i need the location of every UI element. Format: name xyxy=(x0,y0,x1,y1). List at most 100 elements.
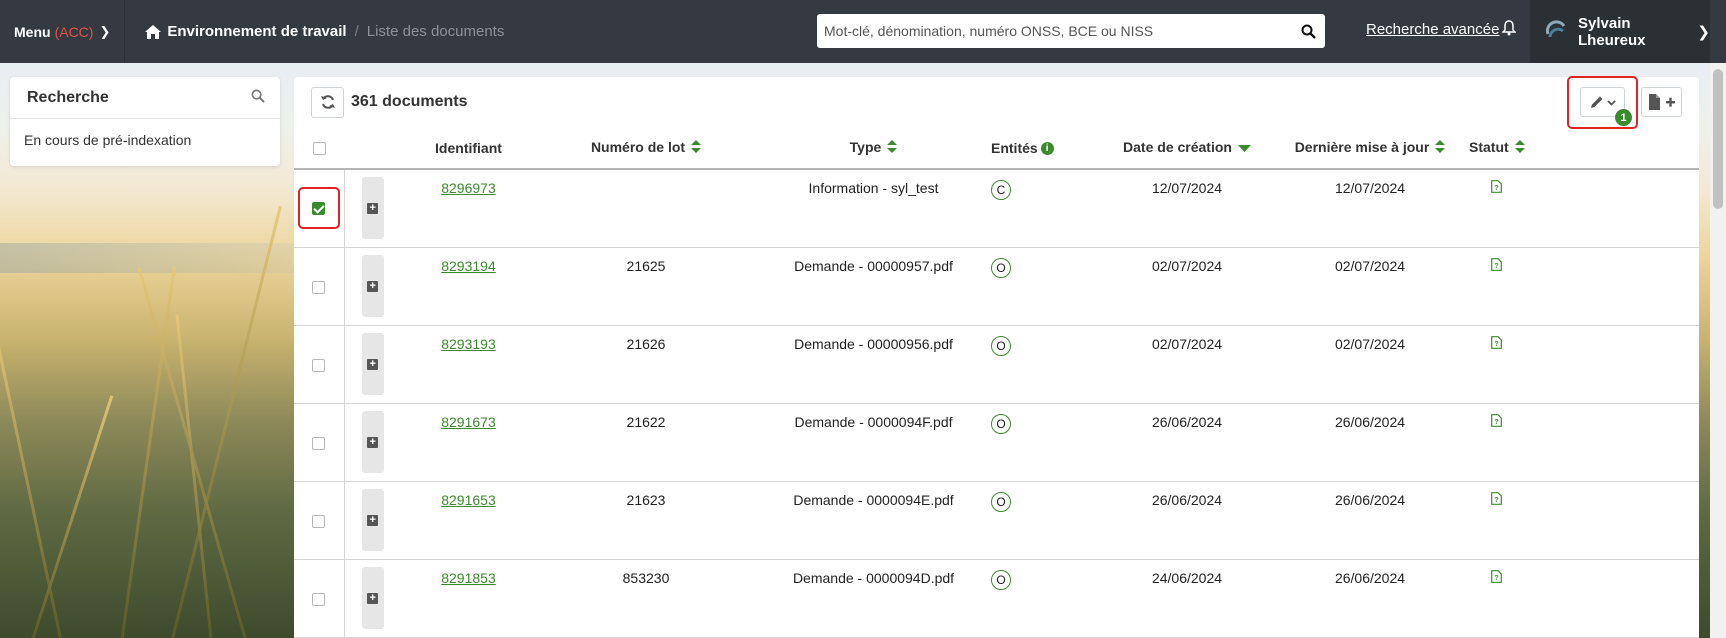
grass-blade xyxy=(0,329,63,638)
cell-updated: 02/07/2024 xyxy=(1271,247,1469,326)
select-all-checkbox[interactable] xyxy=(312,142,326,156)
table-row[interactable]: +8291853 853230 Demande - 0000094D.pdf O 24/… xyxy=(294,559,1699,638)
cell-entity: O xyxy=(991,247,1103,326)
user-menu[interactable]: Sylvain Lheureux ❯ xyxy=(1530,0,1710,63)
document-id-link[interactable]: 8293193 xyxy=(441,336,496,352)
expand-row-button[interactable]: + xyxy=(361,567,384,629)
expand-row-button[interactable]: + xyxy=(361,411,384,473)
file-question-icon[interactable]: ? xyxy=(1491,491,1502,508)
breadcrumb-home[interactable]: Environnement de travail xyxy=(145,23,347,40)
cell-type: Demande - 0000094F.pdf xyxy=(756,403,991,482)
select-cell xyxy=(294,325,345,404)
new-document-button[interactable] xyxy=(1641,87,1682,117)
sort-icon[interactable] xyxy=(887,140,898,156)
breadcrumb-current: Liste des documents xyxy=(366,23,505,40)
sort-icon[interactable] xyxy=(691,140,702,156)
cell-filler xyxy=(1589,559,1699,638)
bell-icon[interactable] xyxy=(1501,20,1517,39)
cell-lot: 21623 xyxy=(536,481,756,560)
table-row[interactable]: +8296973 Information - syl_test C 12/07/202… xyxy=(294,169,1699,248)
cell-id: 8291673 xyxy=(401,403,536,482)
file-question-icon[interactable]: ? xyxy=(1491,335,1502,352)
row-checkbox[interactable] xyxy=(312,201,326,215)
cell-entity: O xyxy=(991,325,1103,404)
svg-text:?: ? xyxy=(1494,419,1498,426)
sort-icon[interactable] xyxy=(1435,140,1446,156)
document-id-link[interactable]: 8291673 xyxy=(441,414,496,430)
filler-header xyxy=(1589,127,1699,170)
row-checkbox[interactable] xyxy=(312,592,326,606)
cell-created: 26/06/2024 xyxy=(1103,403,1271,482)
header-identifiant[interactable]: Identifiant xyxy=(401,127,536,170)
table-row[interactable]: +8291653 21623 Demande - 0000094E.pdf O 26/0… xyxy=(294,481,1699,560)
expand-row-button[interactable]: + xyxy=(361,177,384,240)
breadcrumb-separator: / xyxy=(354,23,359,40)
row-checkbox[interactable] xyxy=(312,358,326,372)
document-id-link[interactable]: 8293194 xyxy=(441,258,496,274)
file-question-icon[interactable]: ? xyxy=(1491,413,1502,430)
plus-icon: + xyxy=(367,280,379,292)
page-scrollbar[interactable] xyxy=(1710,63,1726,638)
table-header-row: Identifiant Numéro de lot Type Entités i … xyxy=(294,127,1699,170)
cell-lot: 853230 xyxy=(536,559,756,638)
search-panel-header: Recherche xyxy=(10,77,280,119)
select-all-header xyxy=(294,127,344,170)
grass-blade xyxy=(175,314,213,638)
table-row[interactable]: +8293193 21626 Demande - 00000956.pdf O 02/0… xyxy=(294,325,1699,404)
header-statut[interactable]: Statut xyxy=(1469,127,1589,170)
cell-filler xyxy=(1589,403,1699,482)
cell-created: 26/06/2024 xyxy=(1103,481,1271,560)
file-question-icon[interactable]: ? xyxy=(1491,180,1502,196)
header-maj[interactable]: Dernière mise à jour xyxy=(1271,127,1469,170)
row-checkbox[interactable] xyxy=(312,514,326,528)
search-icon[interactable] xyxy=(251,89,265,106)
document-id-link[interactable]: 8291653 xyxy=(441,492,496,508)
file-question-icon[interactable]: ? xyxy=(1491,257,1502,274)
table-row[interactable]: +8291673 21622 Demande - 0000094F.pdf O 26/0… xyxy=(294,403,1699,482)
file-plus-icon xyxy=(1648,94,1675,110)
document-id-link[interactable]: 8291853 xyxy=(441,570,496,586)
search-panel-title: Recherche xyxy=(27,88,109,106)
document-id-link[interactable]: 8296973 xyxy=(441,180,496,196)
expand-row-button[interactable]: + xyxy=(361,333,384,395)
documents-toolbar: 361 documents xyxy=(294,77,1699,127)
expand-header xyxy=(344,127,401,170)
cell-lot: 21626 xyxy=(536,325,756,404)
row-checkbox[interactable] xyxy=(312,436,326,450)
select-cell xyxy=(294,481,345,560)
documents-panel: 361 documents 1 Identifiant Numéro de lo… xyxy=(294,76,1699,638)
cell-status: ? xyxy=(1469,247,1589,326)
svg-text:?: ? xyxy=(1494,575,1498,582)
breadcrumb: Environnement de travail / Liste des doc… xyxy=(125,23,504,40)
header-type[interactable]: Type xyxy=(756,127,991,170)
entity-badge: O xyxy=(991,335,1011,356)
advanced-search-link[interactable]: Recherche avancée xyxy=(1366,21,1499,38)
header-creation[interactable]: Date de création xyxy=(1103,127,1271,170)
expand-row-button[interactable]: + xyxy=(361,255,384,317)
search-input[interactable] xyxy=(817,14,1291,48)
cell-created: 02/07/2024 xyxy=(1103,247,1271,326)
info-icon[interactable]: i xyxy=(1040,142,1054,156)
refresh-button[interactable] xyxy=(311,86,344,118)
sort-desc-icon[interactable] xyxy=(1237,140,1251,156)
top-navbar: Menu (ACC) ❯ Environnement de travail / … xyxy=(0,0,1726,63)
sort-icon[interactable] xyxy=(1514,140,1525,156)
home-icon xyxy=(145,24,162,39)
plus-icon: + xyxy=(367,514,379,526)
table-row[interactable]: +8293194 21625 Demande - 00000957.pdf O 02/0… xyxy=(294,247,1699,326)
header-lot[interactable]: Numéro de lot xyxy=(536,127,756,170)
cell-id: 8296973 xyxy=(401,169,536,248)
svg-text:?: ? xyxy=(1494,263,1498,270)
menu-button[interactable]: Menu (ACC) ❯ xyxy=(0,0,126,63)
cell-updated: 12/07/2024 xyxy=(1271,169,1469,248)
menu-label: Menu xyxy=(14,23,51,40)
search-icon[interactable] xyxy=(1291,24,1325,39)
entity-badge: O xyxy=(991,413,1011,434)
scrollbar-thumb[interactable] xyxy=(1713,69,1723,209)
row-checkbox[interactable] xyxy=(312,280,326,294)
cell-filler xyxy=(1589,325,1699,404)
search-filter-item[interactable]: En cours de pré-indexation xyxy=(10,119,280,161)
expand-row-button[interactable]: + xyxy=(361,489,384,551)
file-question-icon[interactable]: ? xyxy=(1491,569,1502,586)
pencil-icon xyxy=(1590,96,1602,108)
